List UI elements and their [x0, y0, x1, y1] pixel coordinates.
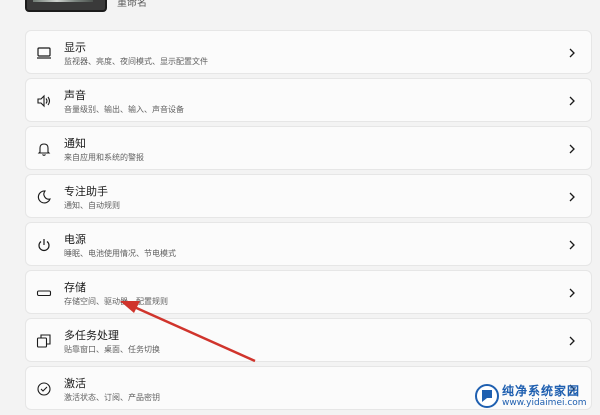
chevron-right-icon: [569, 336, 575, 346]
settings-item-title: 激活: [64, 377, 86, 390]
settings-item-subtitle: 通知、自动规则: [64, 201, 120, 210]
multitasking-icon: [36, 334, 51, 348]
settings-item-focus-assist[interactable]: 专注助手 通知、自动规则: [25, 174, 592, 218]
settings-item-subtitle: 音量级别、输出、输入、声音设备: [64, 105, 184, 114]
settings-item-subtitle: 贴靠窗口、桌面、任务切换: [64, 345, 160, 354]
settings-item-title: 通知: [64, 137, 86, 150]
watermark-name: 纯净系统家园: [502, 384, 581, 398]
chevron-right-icon: [569, 96, 575, 106]
desktop-thumbnail: [25, 0, 107, 12]
settings-item-title: 显示: [64, 41, 86, 54]
settings-item-title: 电源: [64, 233, 86, 246]
watermark: 纯净系统家园 www.yidaimei.com: [474, 381, 596, 413]
settings-item-title: 专注助手: [64, 185, 108, 198]
power-icon: [38, 239, 50, 252]
watermark-logo-icon: [475, 384, 499, 408]
settings-item-power[interactable]: 电源 睡眠、电池使用情况、节电模式: [25, 222, 592, 266]
settings-item-subtitle: 监视器、亮度、夜间模式、显示配置文件: [64, 57, 208, 66]
settings-item-title: 多任务处理: [64, 329, 119, 342]
watermark-url: www.yidaimei.com: [502, 398, 587, 408]
speaker-icon: [37, 94, 51, 108]
settings-item-subtitle: 睡眠、电池使用情况、节电模式: [64, 249, 176, 258]
monitor-icon: [37, 47, 51, 59]
chevron-right-icon: [569, 48, 575, 58]
settings-item-subtitle: 来自应用和系统的警报: [64, 153, 144, 162]
rename-link[interactable]: 重命名: [117, 0, 147, 9]
chevron-right-icon: [569, 288, 575, 298]
bell-icon: [37, 143, 51, 156]
check-circle-icon: [37, 382, 51, 396]
settings-item-title: 声音: [64, 89, 86, 102]
settings-item-notifications[interactable]: 通知 来自应用和系统的警报: [25, 126, 592, 170]
chevron-right-icon: [569, 192, 575, 202]
settings-item-multitasking[interactable]: 多任务处理 贴靠窗口、桌面、任务切换: [25, 318, 592, 362]
storage-drive-icon: [36, 290, 52, 297]
chevron-right-icon: [569, 144, 575, 154]
chevron-right-icon: [569, 240, 575, 250]
moon-icon: [37, 190, 51, 204]
settings-item-sound[interactable]: 声音 音量级别、输出、输入、声音设备: [25, 78, 592, 122]
settings-item-subtitle: 存储空间、驱动器、配置规则: [64, 297, 168, 306]
settings-item-display[interactable]: 显示 监视器、亮度、夜间模式、显示配置文件: [25, 30, 592, 74]
header: 重命名: [0, 0, 600, 18]
settings-item-title: 存储: [64, 281, 86, 294]
settings-item-storage[interactable]: 存储 存储空间、驱动器、配置规则: [25, 270, 592, 314]
settings-item-subtitle: 激活状态、订阅、产品密钥: [64, 393, 160, 402]
